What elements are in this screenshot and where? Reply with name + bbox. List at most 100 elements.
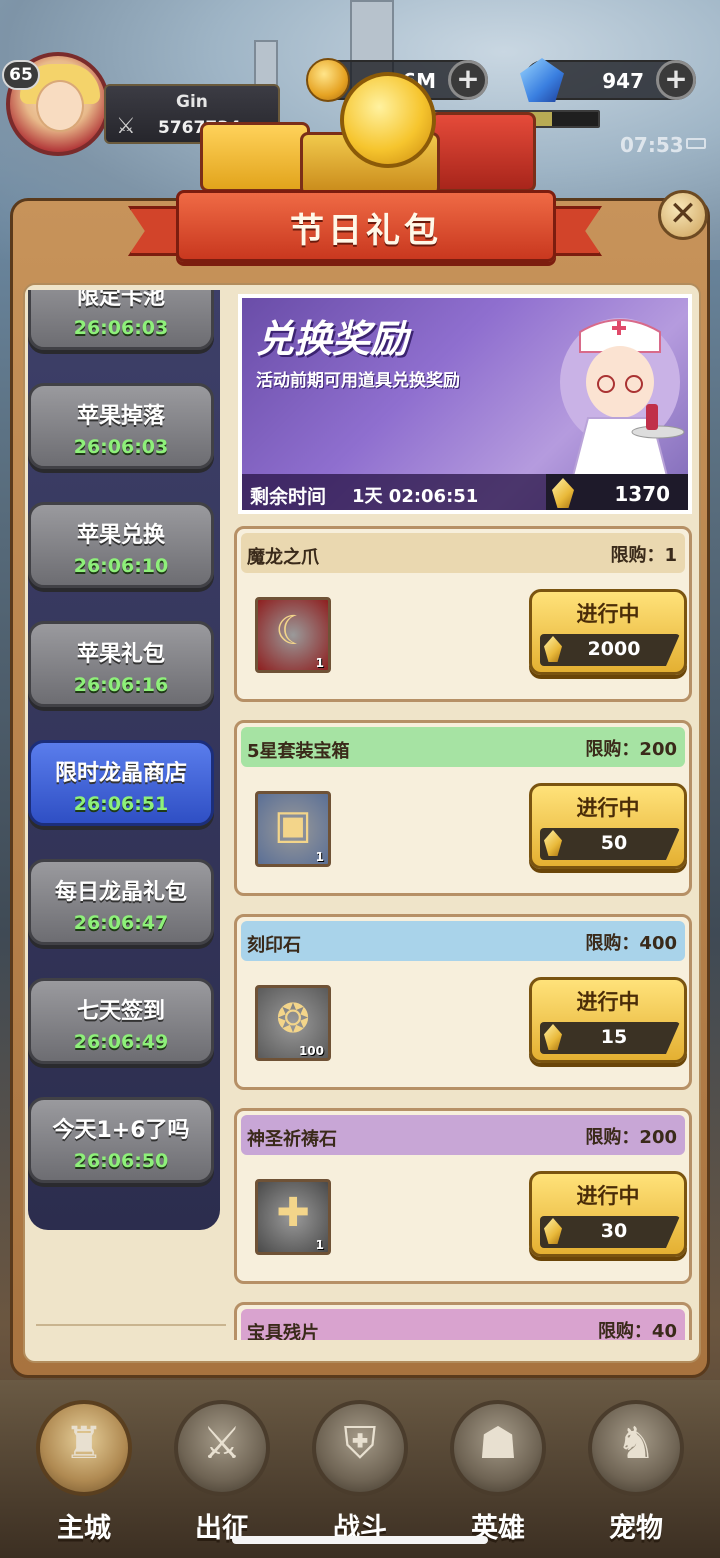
nav-button-label: 宠物 <box>609 1513 663 1544</box>
purchase-limit: 限购：400 <box>585 933 677 954</box>
shop-item-slot[interactable]: ▣ 1 <box>255 791 331 867</box>
item-price: 2000 <box>587 638 641 660</box>
event-tab-countdown: 26:06:10 <box>73 555 169 577</box>
event-tab-label: 苹果掉落 <box>76 404 165 429</box>
close-icon: ✕ <box>668 194 698 234</box>
event-tab-countdown: 26:06:03 <box>73 436 169 458</box>
item-quantity: 1 <box>315 850 324 864</box>
exchange-reward-banner: 兑换奖励 活动前期可用道具兑换奖励 剩余时间 1天 02:06:51 1370 <box>238 294 692 514</box>
shop-item-name: 魔龙之爪 <box>247 547 319 568</box>
panel-title: 节日礼包 <box>290 211 442 251</box>
shop-item-header: 神圣祈祷石 限购：200 <box>241 1115 685 1155</box>
event-tab[interactable]: 苹果掉落 26:06:03 <box>28 383 214 469</box>
event-tab[interactable]: 每日龙晶礼包 26:06:47 <box>28 859 214 945</box>
tab-list-divider <box>36 1324 226 1326</box>
prayer-stone-icon: ✚ <box>276 1190 310 1236</box>
castle-tower-icon: ♜ <box>64 1418 104 1469</box>
purchase-button-label: 进行中 <box>576 990 640 1014</box>
item-price: 15 <box>600 1026 628 1048</box>
nav-button[interactable]: ♜ 主城 <box>28 1400 138 1550</box>
event-tab[interactable]: 限定卡池 26:06:03 <box>28 290 214 350</box>
shop-item-header: 刻印石 限购：400 <box>241 921 685 961</box>
event-tab-label: 苹果礼包 <box>76 642 165 667</box>
shop-item-slot[interactable]: ☾ 1 <box>255 597 331 673</box>
purchase-button[interactable]: 进行中 30 <box>529 1171 687 1257</box>
shop-item-name: 神圣祈祷石 <box>247 1129 337 1150</box>
shop-item-card: 魔龙之爪 限购：1 ☾ 1 进行中 2000 <box>234 526 692 702</box>
add-gems-button[interactable]: + <box>656 60 696 100</box>
purchase-button[interactable]: 进行中 2000 <box>529 589 687 675</box>
event-tab-label: 今天1+6了吗 <box>52 1118 190 1143</box>
shop-item-list[interactable]: 魔龙之爪 限购：1 ☾ 1 进行中 2000 5星套装宝箱 限购：200 ▣ 1 进行中 50 刻印石限… <box>232 520 694 1340</box>
nav-button[interactable]: ☗ 英雄 <box>442 1400 552 1550</box>
dragon-claw-icon: ☾ <box>275 608 311 654</box>
remaining-time-label: 剩余时间 <box>250 486 327 508</box>
dragon-crystal-icon <box>544 830 562 856</box>
nav-button-label: 主城 <box>57 1513 111 1544</box>
gift-box-icon <box>430 112 536 192</box>
event-tab-list[interactable]: 限定卡池 26:06:03 苹果掉落 26:06:03 苹果兑换 26:06:10 苹果礼包… <box>28 290 220 1230</box>
gem-amount: 947 <box>602 69 644 93</box>
nav-button[interactable]: ⚔ 出征 <box>166 1400 276 1550</box>
dragon-crystal-icon <box>544 1024 562 1050</box>
nav-button[interactable]: ♞ 宠物 <box>580 1400 690 1550</box>
shop-item-name: 刻印石 <box>247 935 301 956</box>
hooded-hero-icon: ☗ <box>478 1418 518 1469</box>
banner-title: 兑换奖励 <box>256 317 409 361</box>
engraving-stone-icon: ❂ <box>276 996 310 1042</box>
shop-item-name: 5星套装宝箱 <box>247 741 350 762</box>
purchase-button-label: 进行中 <box>576 796 640 820</box>
gem-resource-bar: 947 + <box>520 58 696 102</box>
shop-item-name: 宝具残片 <box>247 1323 319 1340</box>
event-tab[interactable]: 限时龙晶商店 26:06:51 <box>28 740 214 826</box>
event-tab[interactable]: 苹果兑换 26:06:10 <box>28 502 214 588</box>
event-tab-countdown: 26:06:50 <box>73 1150 169 1172</box>
pet-dragon-icon: ♞ <box>616 1418 656 1469</box>
treasure-chest-icon: ▣ <box>274 802 312 848</box>
event-tab-label: 苹果兑换 <box>76 523 165 548</box>
purchase-button[interactable]: 进行中 50 <box>529 783 687 869</box>
shop-item-slot[interactable]: ❂ 100 <box>255 985 331 1061</box>
purchase-button[interactable]: 进行中 15 <box>529 977 687 1063</box>
item-quantity: 1 <box>315 656 324 670</box>
shop-item-slot[interactable]: ✚ 1 <box>255 1179 331 1255</box>
nav-button[interactable]: ⛨ 战斗 <box>304 1400 414 1550</box>
avatar-face <box>36 80 84 132</box>
title-ribbon: 节日礼包 <box>176 190 556 262</box>
price-bar: 2000 <box>540 634 680 666</box>
shop-item-header: 宝具残片 限购：40 <box>241 1309 685 1340</box>
price-bar: 30 <box>540 1216 680 1248</box>
player-level-badge: 65 <box>2 60 40 90</box>
shop-item-card: 宝具残片 限购：40 <box>234 1302 692 1340</box>
close-button[interactable]: ✕ <box>658 190 708 240</box>
price-bar: 50 <box>540 828 680 860</box>
shop-item-card: 5星套装宝箱 限购：200 ▣ 1 进行中 50 <box>234 720 692 896</box>
event-tab-label: 每日龙晶礼包 <box>54 880 187 905</box>
purchase-limit: 限购：200 <box>585 739 677 760</box>
item-quantity: 100 <box>298 1044 324 1058</box>
purchase-limit: 限购：200 <box>585 1127 677 1148</box>
item-price: 30 <box>600 1220 628 1242</box>
event-tab[interactable]: 七天签到 26:06:49 <box>28 978 214 1064</box>
event-tab-label: 七天签到 <box>76 999 165 1024</box>
remaining-time-value: 1天 02:06:51 <box>352 486 479 507</box>
dragon-crystal-icon <box>552 478 574 508</box>
home-indicator <box>232 1536 488 1544</box>
banner-time-bar: 剩余时间 1天 02:06:51 1370 <box>242 474 688 510</box>
crystal-currency-count: 1370 <box>546 474 688 510</box>
dragon-crystal-icon <box>544 636 562 662</box>
purchase-limit: 限购：40 <box>597 1321 677 1340</box>
event-tab-countdown: 26:06:47 <box>73 912 169 934</box>
battery-icon <box>686 138 706 149</box>
clock: 07:53 <box>620 133 684 157</box>
battle-shield-icon: ⛨ <box>343 1418 377 1469</box>
dragon-crystal-icon <box>544 1218 562 1244</box>
shop-item-header: 魔龙之爪 限购：1 <box>241 533 685 573</box>
event-tab-countdown: 26:06:16 <box>73 674 169 696</box>
event-tab[interactable]: 苹果礼包 26:06:16 <box>28 621 214 707</box>
gold-coin-icon <box>340 72 436 168</box>
event-tab-countdown: 26:06:49 <box>73 1031 169 1053</box>
item-price: 50 <box>600 832 628 854</box>
crystal-currency-value: 1370 <box>614 482 670 506</box>
event-tab[interactable]: 今天1+6了吗 26:06:50 <box>28 1097 214 1183</box>
